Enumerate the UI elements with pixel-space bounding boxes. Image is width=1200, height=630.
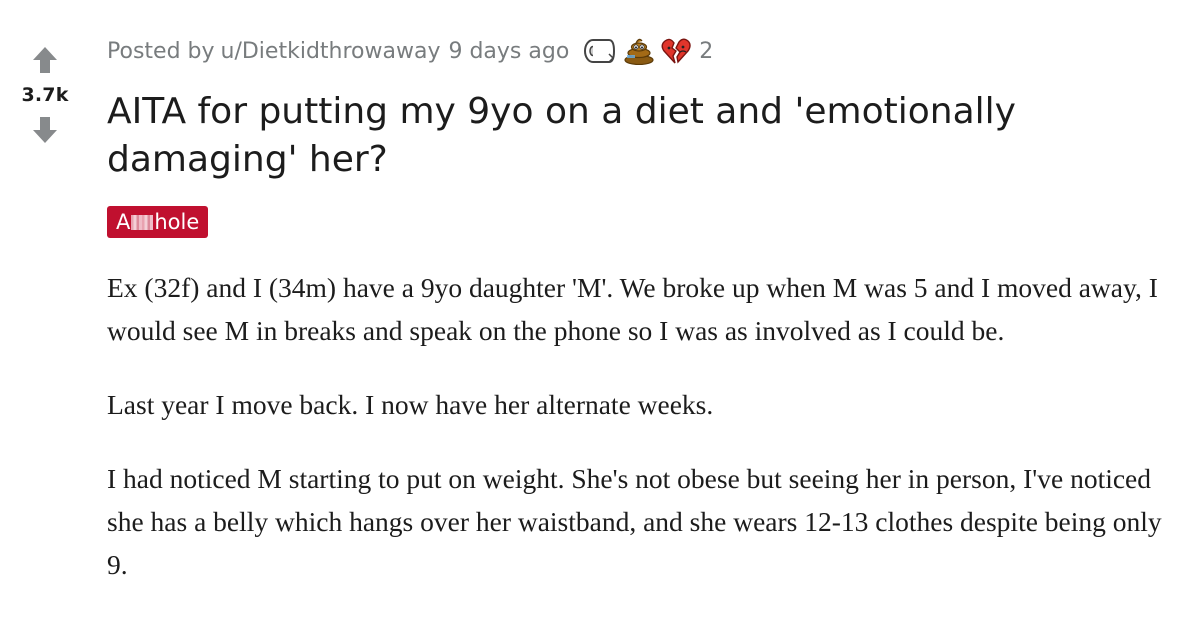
post-paragraph: Ex (32f) and I (34m) have a 9yo daughter…	[107, 272, 1158, 346]
upvote-button[interactable]	[25, 40, 65, 80]
heart-broken-icon	[661, 38, 691, 64]
post-paragraph: Last year I move back. I now have her al…	[107, 389, 714, 420]
award-heart-broken[interactable]	[661, 37, 691, 65]
flair-prefix: A	[116, 210, 131, 234]
post-content: Ex (32f) and I (34m) have a 9yo daughter…	[107, 266, 1167, 586]
post-title[interactable]: AITA for putting my 9yo on a diet and 'e…	[107, 88, 1087, 184]
award-count: 2	[699, 38, 714, 64]
flair-suffix: hole	[154, 210, 200, 234]
post-flair[interactable]: A hole	[107, 206, 209, 238]
award-poop[interactable]	[623, 37, 655, 65]
author-link[interactable]: u/Dietkidthrowaway	[221, 39, 441, 64]
post-meta: Posted by u/Dietkidthrowaway 9 days ago	[107, 32, 1167, 70]
toilet-paper-icon	[584, 39, 616, 63]
downvote-arrow-icon	[33, 117, 57, 143]
post-paragraph: I had noticed M starting to put on weigh…	[107, 463, 1162, 580]
post: Posted by u/Dietkidthrowaway 9 days ago	[107, 32, 1167, 617]
award-toilet-paper[interactable]	[583, 38, 617, 64]
poop-icon	[624, 38, 654, 65]
vote-count: 3.7k	[21, 84, 69, 106]
downvote-button[interactable]	[25, 110, 65, 150]
posted-by-label: Posted by	[107, 38, 215, 64]
vote-column: 3.7k	[0, 40, 90, 150]
post-timestamp[interactable]: 9 days ago	[448, 39, 569, 64]
upvote-arrow-icon	[33, 47, 57, 73]
flair-censor-blur	[131, 214, 154, 230]
